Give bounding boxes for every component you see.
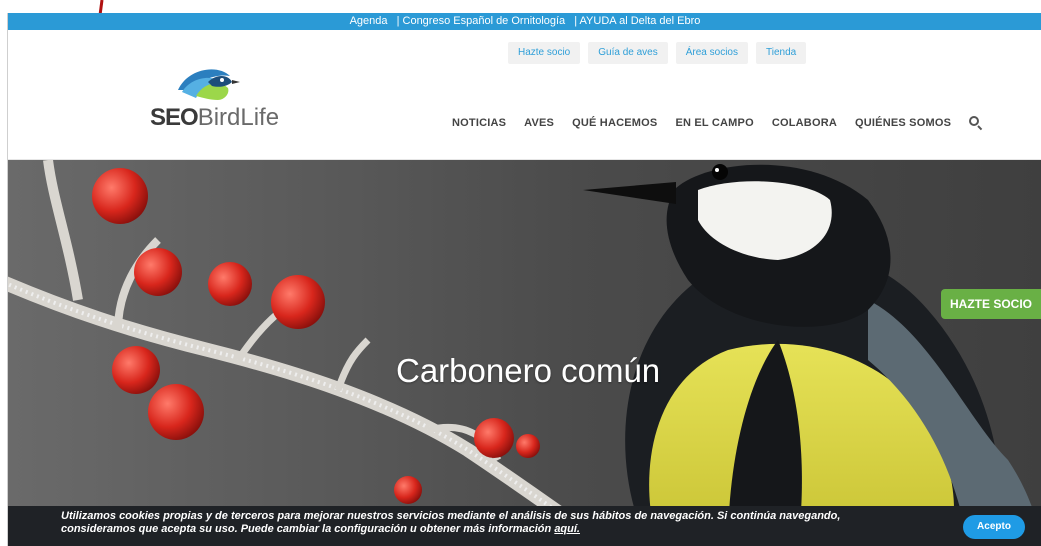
secondary-nav-hazte-socio[interactable]: Hazte socio — [508, 42, 581, 64]
top-announcement-bar: Agenda | Congreso Español de Ornitología… — [8, 13, 1041, 30]
search-icon[interactable] — [969, 116, 983, 131]
secondary-nav-area-socios[interactable]: Área socios — [675, 42, 748, 64]
nav-noticias[interactable]: NOTICIAS — [452, 117, 506, 129]
topbar-link-delta-ebro[interactable]: | AYUDA al Delta del Ebro — [574, 15, 700, 27]
topbar-link-congreso[interactable]: | Congreso Español de Ornitología — [397, 15, 566, 27]
secondary-nav-tienda[interactable]: Tienda — [755, 42, 807, 64]
brand-light: BirdLife — [197, 104, 280, 131]
nav-aves[interactable]: AVES — [524, 117, 554, 129]
nav-en-el-campo[interactable]: EN EL CAMPO — [675, 117, 753, 129]
brand-wordmark[interactable]: SEOBirdLife — [150, 104, 279, 132]
cookie-more-info-link[interactable]: aquí. — [554, 523, 580, 535]
cookie-accept-button[interactable]: Acepto — [963, 515, 1025, 539]
hero-banner: Carbonero común — [8, 160, 1041, 546]
topbar-link-agenda[interactable]: Agenda — [350, 15, 388, 27]
cookie-text-line1: Utilizamos cookies propias y de terceros… — [61, 510, 841, 522]
main-nav: NOTICIAS AVES QUÉ HACEMOS EN EL CAMPO CO… — [452, 116, 983, 131]
secondary-nav: Hazte socio Guía de aves Área socios Tie… — [508, 42, 807, 64]
nav-quienes-somos[interactable]: QUIÉNES SOMOS — [855, 117, 951, 129]
browser-viewport: Agenda | Congreso Español de Ornitología… — [7, 13, 1041, 546]
hero-title: Carbonero común — [396, 352, 661, 389]
cookie-text-line2: consideramos que acepta su uso. Puede ca… — [61, 523, 552, 535]
cookie-banner: Utilizamos cookies propias y de terceros… — [8, 506, 1041, 546]
site-header: Hazte socio Guía de aves Área socios Tie… — [8, 30, 1041, 160]
brand-bold: SEO — [150, 104, 199, 131]
nav-que-hacemos[interactable]: QUÉ HACEMOS — [572, 117, 657, 129]
hazte-socio-side-button[interactable]: HAZTE SOCIO — [941, 289, 1041, 319]
secondary-nav-guia-aves[interactable]: Guía de aves — [588, 42, 668, 64]
nav-colabora[interactable]: COLABORA — [772, 117, 837, 129]
cookie-message: Utilizamos cookies propias y de terceros… — [61, 510, 931, 536]
